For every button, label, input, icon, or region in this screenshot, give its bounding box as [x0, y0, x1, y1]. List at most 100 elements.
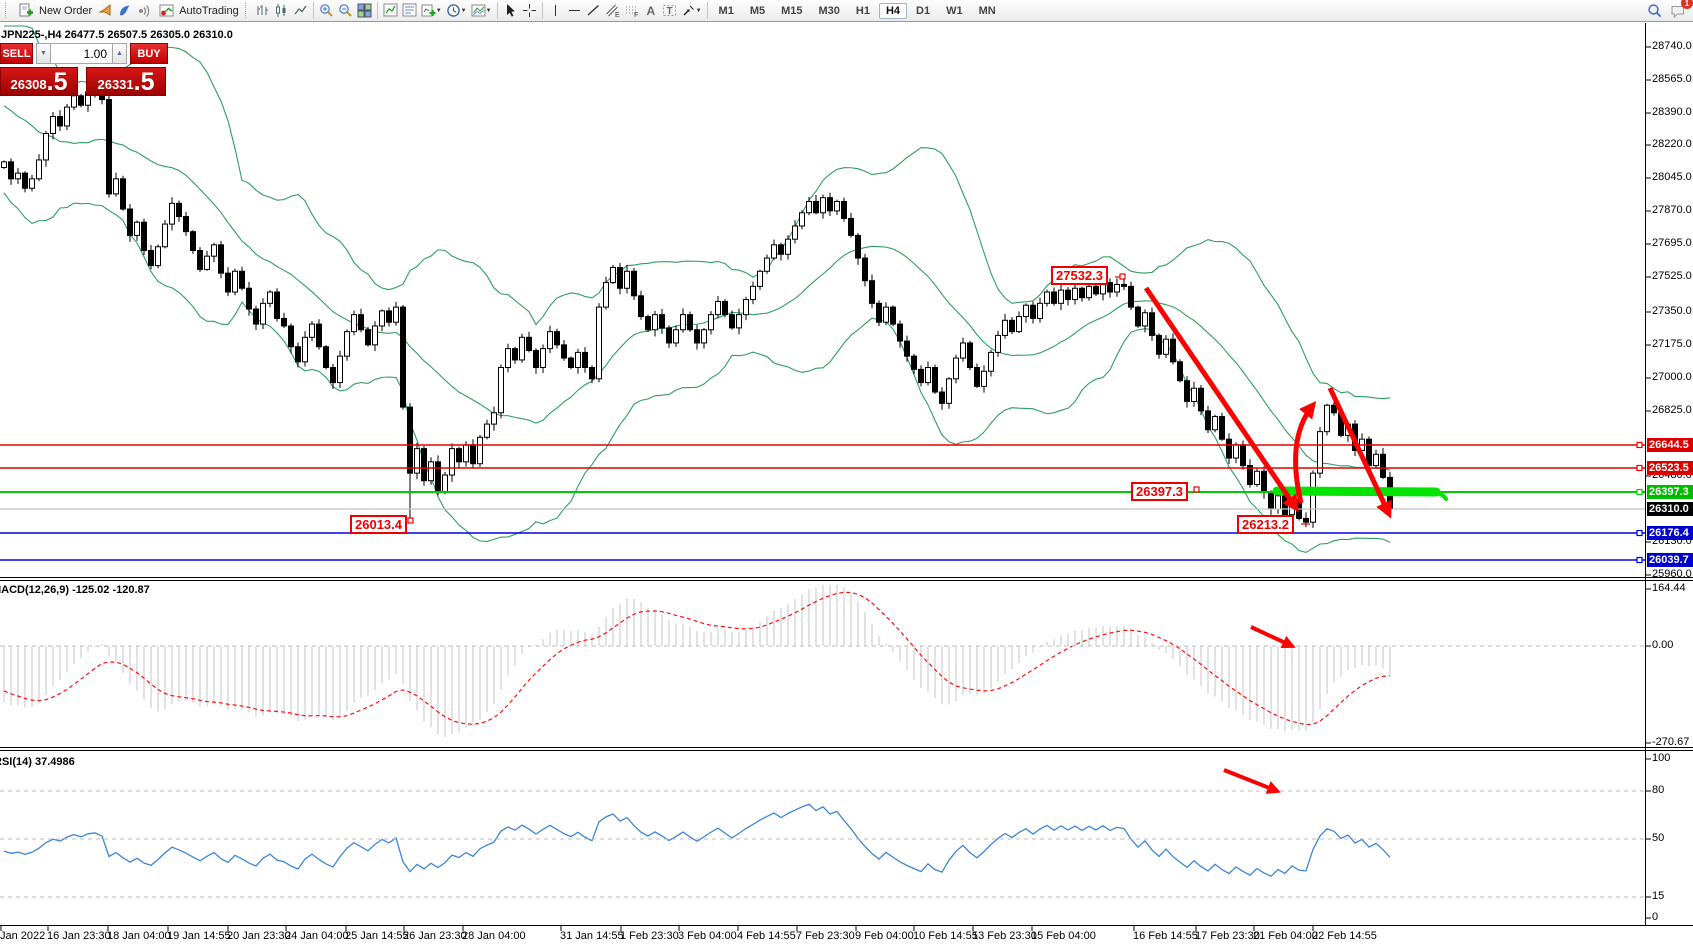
trendline-icon[interactable] [584, 1, 603, 20]
price-axis-tick[interactable]: 26825.0 [1652, 404, 1692, 416]
chevron-down-icon[interactable]: ▼ [486, 8, 492, 14]
toolbar-separator [377, 2, 378, 19]
signals-icon[interactable] [134, 1, 153, 20]
autotrading-label: AutoTrading [179, 5, 239, 17]
price-axis-tick[interactable]: 27870.0 [1652, 204, 1692, 216]
zoom-in-icon[interactable] [317, 1, 336, 20]
crosshair-icon[interactable] [520, 1, 539, 20]
new-order-button[interactable]: New Order [13, 1, 96, 20]
new-order-icon [17, 1, 36, 20]
timeframe-mn[interactable]: MN [972, 3, 1003, 19]
bar-chart-icon[interactable] [253, 1, 272, 20]
time-axis-tick[interactable]: 13 Feb 23:30 [972, 930, 1037, 942]
horizontal-line-icon[interactable] [565, 1, 584, 20]
price-axis-tick[interactable]: 27525.0 [1652, 270, 1692, 282]
new-order-label: New Order [39, 5, 92, 17]
time-axis-tick[interactable]: 10 Feb 14:55 [913, 930, 978, 942]
chart-canvas[interactable] [0, 0, 1693, 946]
time-axis-tick[interactable]: 22 Feb 14:55 [1312, 930, 1377, 942]
time-axis-tick[interactable]: 24 Jan 04:00 [285, 930, 349, 942]
toolbar: New Order AutoTrading [0, 0, 1693, 22]
rsi-scale-tick: 0 [1652, 911, 1658, 923]
publisher-icon[interactable] [96, 1, 115, 20]
zoom-out-icon[interactable] [336, 1, 355, 20]
price-axis-tick[interactable]: 25960.0 [1652, 568, 1692, 580]
buy-price-int: 26331 [97, 77, 133, 95]
toolbar-separator [707, 2, 708, 19]
indicator-list-icon[interactable] [400, 1, 419, 20]
timeframe-d1[interactable]: D1 [909, 3, 937, 19]
time-axis-tick[interactable]: 7 Feb 23:30 [796, 930, 855, 942]
time-axis-tick[interactable]: 19 Jan 14:55 [167, 930, 231, 942]
candlestick-chart-icon[interactable] [272, 1, 291, 20]
chat-icon[interactable]: 1 [1668, 1, 1687, 20]
price-axis-tick[interactable]: 28740.0 [1652, 40, 1692, 52]
search-icon[interactable] [1645, 1, 1664, 20]
time-axis-tick[interactable]: 4 Feb 14:55 [737, 930, 796, 942]
price-axis-tick[interactable]: 27175.0 [1652, 338, 1692, 350]
mql-community-icon[interactable] [115, 1, 134, 20]
toolbar-separator [313, 2, 314, 19]
time-axis-tick[interactable]: Jan 2022 [0, 930, 45, 942]
rsi-scale-tick: 100 [1652, 752, 1670, 764]
timeframe-w1[interactable]: W1 [939, 3, 970, 19]
price-axis-tick[interactable]: 28045.0 [1652, 171, 1692, 183]
time-axis-tick[interactable]: 25 Jan 14:55 [345, 930, 409, 942]
text-icon[interactable]: A [641, 1, 660, 20]
tile-windows-icon[interactable] [355, 1, 374, 20]
volume-increase-button[interactable]: ▲ [112, 43, 127, 64]
time-axis-tick[interactable]: 16 Jan 23:30 [47, 930, 111, 942]
autotrading-icon [157, 1, 176, 20]
timeframe-h4[interactable]: H4 [879, 3, 907, 19]
price-axis-tick[interactable]: 27695.0 [1652, 237, 1692, 249]
time-axis-tick[interactable]: 28 Jan 04:00 [462, 930, 526, 942]
vertical-line-icon[interactable] [546, 1, 565, 20]
price-annotation[interactable]: 26213.2 [1237, 515, 1294, 534]
macd-label: MACD(12,26,9) -125.02 -120.87 [0, 584, 150, 596]
fibonacci-icon[interactable]: E [603, 1, 622, 20]
price-tag: 26397.3 [1647, 485, 1693, 499]
time-axis-tick[interactable]: 3 Feb 04:00 [678, 930, 737, 942]
price-axis-tick[interactable]: 28390.0 [1652, 106, 1692, 118]
price-axis-tick[interactable]: 28565.0 [1652, 73, 1692, 85]
time-axis-tick[interactable]: 26 Jan 23:30 [403, 930, 467, 942]
timeframe-m15[interactable]: M15 [774, 3, 809, 19]
price-axis-tick[interactable]: 27350.0 [1652, 305, 1692, 317]
time-axis-tick[interactable]: 21 Feb 04:00 [1253, 930, 1318, 942]
time-axis-tick[interactable]: 1 Feb 23:30 [620, 930, 679, 942]
price-annotation[interactable]: 27532.3 [1051, 266, 1108, 285]
timeframe-m30[interactable]: M30 [812, 3, 847, 19]
timeframe-m1[interactable]: M1 [712, 3, 741, 19]
text-label-icon[interactable]: T [660, 1, 679, 20]
autotrading-button[interactable]: AutoTrading [153, 1, 243, 20]
price-axis-tick[interactable]: 27000.0 [1652, 371, 1692, 383]
chevron-down-icon[interactable]: ▼ [696, 8, 702, 14]
cursor-icon[interactable] [501, 1, 520, 20]
sell-label: SELL [2, 48, 30, 60]
indicators-icon[interactable] [381, 1, 400, 20]
price-annotation[interactable]: 26397.3 [1131, 482, 1188, 501]
chevron-down-icon[interactable]: ▼ [436, 8, 442, 14]
sell-button[interactable]: SELL [0, 43, 33, 64]
time-axis-tick[interactable]: 18 Jan 04:00 [107, 930, 171, 942]
time-axis-tick[interactable]: 9 Feb 04:00 [855, 930, 914, 942]
chevron-down-icon[interactable]: ▼ [461, 8, 467, 14]
time-axis-tick[interactable]: 20 Jan 23:30 [227, 930, 291, 942]
time-axis-tick[interactable]: 16 Feb 14:55 [1133, 930, 1198, 942]
buy-button[interactable]: BUY [130, 43, 168, 64]
sell-price-display[interactable]: 26308 .5 [0, 67, 78, 96]
volume-input[interactable] [50, 43, 113, 64]
fibo-grid-icon[interactable]: F [622, 1, 641, 20]
line-chart-icon[interactable] [291, 1, 310, 20]
price-annotation[interactable]: 26013.4 [350, 515, 407, 534]
volume-decrease-button[interactable]: ▼ [36, 43, 51, 64]
sell-price-int: 26308 [10, 77, 46, 95]
buy-price-display[interactable]: 26331 .5 [86, 67, 166, 96]
time-axis-tick[interactable]: 17 Feb 23:30 [1195, 930, 1260, 942]
price-tag: 26310.0 [1647, 502, 1693, 516]
timeframe-m5[interactable]: M5 [743, 3, 772, 19]
price-axis-tick[interactable]: 28220.0 [1652, 138, 1692, 150]
time-axis-tick[interactable]: 31 Jan 14:55 [560, 930, 624, 942]
timeframe-h1[interactable]: H1 [849, 3, 877, 19]
time-axis-tick[interactable]: 15 Feb 04:00 [1031, 930, 1096, 942]
